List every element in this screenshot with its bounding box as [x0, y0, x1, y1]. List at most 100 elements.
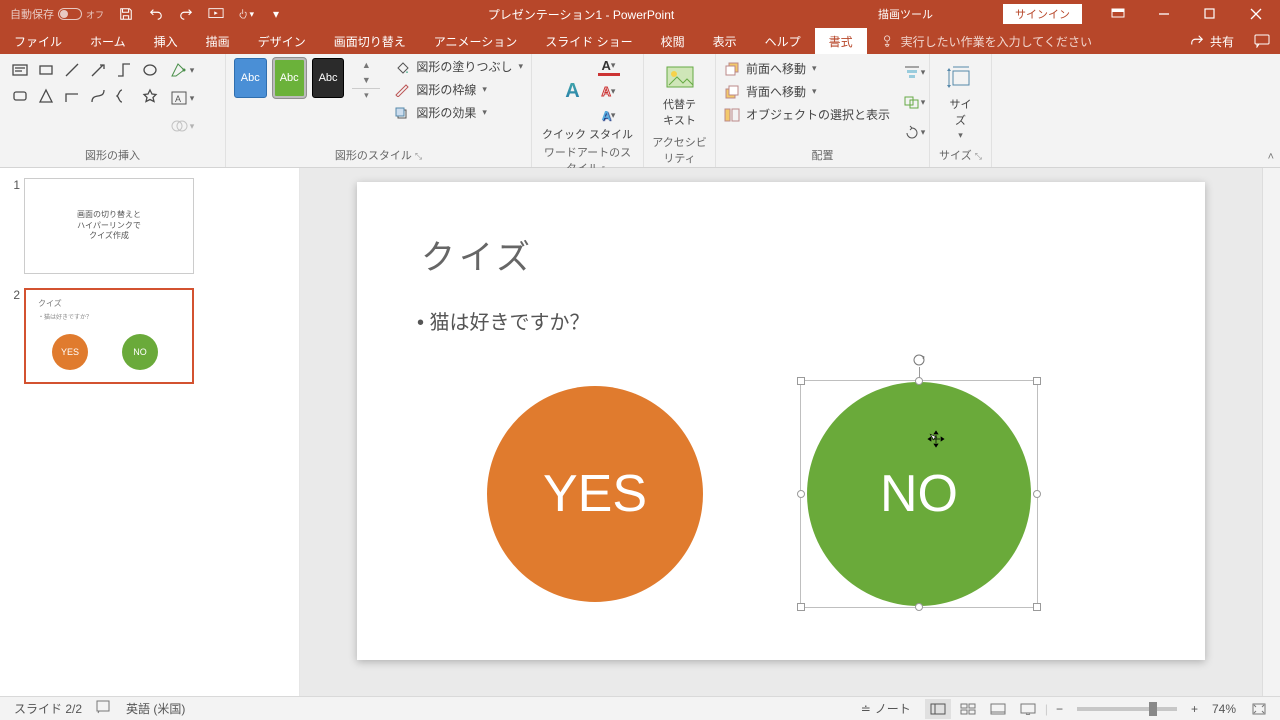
resize-handle-se[interactable]: [1033, 603, 1041, 611]
shape-triangle-icon[interactable]: [34, 84, 58, 108]
tab-home[interactable]: ホーム: [76, 28, 140, 54]
shape-star-icon[interactable]: [138, 84, 162, 108]
thumbnail-slide-1[interactable]: 画面の切り替えと ハイパーリンクで クイズ作成: [24, 178, 194, 274]
selection-pane-button[interactable]: オブジェクトの選択と表示: [724, 106, 890, 123]
shape-textbox-icon[interactable]: [8, 58, 32, 82]
zoom-out-icon[interactable]: −: [1052, 702, 1067, 716]
quick-styles-button[interactable]: A: [556, 72, 590, 110]
rotate-handle-icon[interactable]: [912, 353, 926, 367]
gallery-down-icon[interactable]: ▼: [352, 73, 380, 87]
send-backward-button[interactable]: 背面へ移動▾: [724, 83, 890, 100]
maximize-icon[interactable]: [1188, 0, 1232, 28]
alt-text-button[interactable]: 代替テ キスト: [652, 58, 707, 132]
text-effects-icon[interactable]: A▾: [598, 106, 620, 124]
tab-insert[interactable]: 挿入: [140, 28, 192, 54]
shape-yes-circle[interactable]: YES: [487, 386, 703, 602]
tab-slideshow[interactable]: スライド ショー: [531, 28, 646, 54]
slide-bullet-text[interactable]: • 猫は好きですか？: [417, 306, 590, 335]
shape-outline-button[interactable]: 図形の枠線▾: [394, 81, 523, 98]
shape-gallery[interactable]: [8, 58, 162, 138]
textbox-icon[interactable]: A▾: [168, 86, 196, 110]
shape-line-icon[interactable]: [60, 58, 84, 82]
slideshow-from-start-icon[interactable]: [208, 6, 224, 22]
svg-text:A: A: [175, 94, 181, 104]
shape-style-1[interactable]: Abc: [234, 58, 267, 98]
merge-shapes-icon[interactable]: ▾: [168, 114, 196, 138]
slide-thumbnail-pane[interactable]: 1 画面の切り替えと ハイパーリンクで クイズ作成 2 クイズ ・猫は好きですか…: [0, 168, 300, 696]
normal-view-icon[interactable]: [925, 699, 951, 719]
qat-customize-icon[interactable]: ▾: [268, 6, 284, 22]
ribbon-display-icon[interactable]: [1096, 0, 1140, 28]
resize-handle-e[interactable]: [1033, 490, 1041, 498]
close-icon[interactable]: [1234, 0, 1278, 28]
sorter-view-icon[interactable]: [955, 699, 981, 719]
thumbnail-slide-2[interactable]: クイズ ・猫は好きですか？ YES NO: [24, 288, 194, 384]
resize-handle-ne[interactable]: [1033, 377, 1041, 385]
zoom-level[interactable]: 74%: [1212, 702, 1236, 716]
tab-file[interactable]: ファイル: [0, 28, 76, 54]
minimize-icon[interactable]: [1142, 0, 1186, 28]
align-icon[interactable]: ▾: [900, 60, 928, 84]
slide-counter[interactable]: スライド 2/2: [14, 700, 82, 717]
tab-format[interactable]: 書式: [815, 28, 867, 54]
vertical-scrollbar[interactable]: [1262, 168, 1280, 696]
rotate-icon[interactable]: ▾: [900, 120, 928, 144]
gallery-more-icon[interactable]: ▾: [352, 88, 380, 102]
tab-review[interactable]: 校閲: [647, 28, 699, 54]
save-icon[interactable]: [118, 6, 134, 22]
size-button[interactable]: サイズ▾: [937, 58, 985, 145]
text-outline-icon[interactable]: A▾: [598, 82, 620, 100]
zoom-slider[interactable]: [1077, 707, 1177, 711]
slide[interactable]: クイズ • 猫は好きですか？ YES NO: [357, 182, 1205, 660]
slide-title[interactable]: クイズ: [421, 230, 534, 279]
language-indicator[interactable]: 英語 (米国): [126, 700, 185, 717]
spellcheck-icon[interactable]: [96, 700, 112, 717]
touch-mode-icon[interactable]: ▾: [238, 6, 254, 22]
shape-curve-icon[interactable]: [86, 84, 110, 108]
shape-style-2-selected[interactable]: Abc: [273, 58, 306, 98]
tab-draw[interactable]: 描画: [192, 28, 244, 54]
gallery-up-icon[interactable]: ▲: [352, 58, 380, 72]
shape-rectangle-icon[interactable]: [34, 58, 58, 82]
slideshow-view-icon[interactable]: [1015, 699, 1041, 719]
shape-oval-icon[interactable]: [138, 58, 162, 82]
shape-rounded-rect-icon[interactable]: [8, 84, 32, 108]
tab-view[interactable]: 表示: [699, 28, 751, 54]
group-icon[interactable]: ▾: [900, 90, 928, 114]
tab-transitions[interactable]: 画面切り替え: [320, 28, 420, 54]
share-button[interactable]: 共有: [1180, 28, 1244, 54]
shape-brace-icon[interactable]: [112, 84, 136, 108]
undo-icon[interactable]: [148, 6, 164, 22]
signin-button[interactable]: サインイン: [1003, 4, 1082, 24]
notes-button[interactable]: ≐ ノート: [861, 700, 911, 717]
main-area: 1 画面の切り替えと ハイパーリンクで クイズ作成 2 クイズ ・猫は好きですか…: [0, 168, 1280, 696]
shape-fill-button[interactable]: 図形の塗りつぶし▾: [394, 58, 523, 75]
resize-handle-n[interactable]: [915, 377, 923, 385]
autosave-toggle[interactable]: 自動保存 オフ: [10, 6, 104, 22]
tab-animations[interactable]: アニメーション: [420, 28, 532, 54]
resize-handle-nw[interactable]: [797, 377, 805, 385]
selection-box[interactable]: [800, 380, 1038, 608]
shape-effects-button[interactable]: 図形の効果▾: [394, 104, 523, 121]
resize-handle-sw[interactable]: [797, 603, 805, 611]
zoom-in-icon[interactable]: +: [1187, 702, 1202, 716]
slide-canvas-area[interactable]: クイズ • 猫は好きですか？ YES NO: [300, 168, 1262, 696]
edit-shape-icon[interactable]: ▾: [168, 58, 196, 82]
comments-icon[interactable]: [1244, 28, 1280, 54]
shape-style-3[interactable]: Abc: [312, 58, 345, 98]
bring-forward-button[interactable]: 前面へ移動▾: [724, 60, 890, 77]
shape-connector-icon[interactable]: [112, 58, 136, 82]
fit-to-window-icon[interactable]: [1246, 699, 1272, 719]
resize-handle-w[interactable]: [797, 490, 805, 498]
collapse-ribbon-icon[interactable]: ˄: [1268, 151, 1274, 163]
tab-design[interactable]: デザイン: [244, 28, 320, 54]
shape-arrow-line-icon[interactable]: [86, 58, 110, 82]
shape-elbow-icon[interactable]: [60, 84, 84, 108]
text-fill-icon[interactable]: A▾: [598, 58, 620, 76]
resize-handle-s[interactable]: [915, 603, 923, 611]
zoom-slider-thumb[interactable]: [1149, 702, 1157, 716]
tab-help[interactable]: ヘルプ: [751, 28, 815, 54]
tell-me-input[interactable]: 実行したい作業を入力してください: [867, 28, 1180, 54]
redo-icon[interactable]: [178, 6, 194, 22]
reading-view-icon[interactable]: [985, 699, 1011, 719]
